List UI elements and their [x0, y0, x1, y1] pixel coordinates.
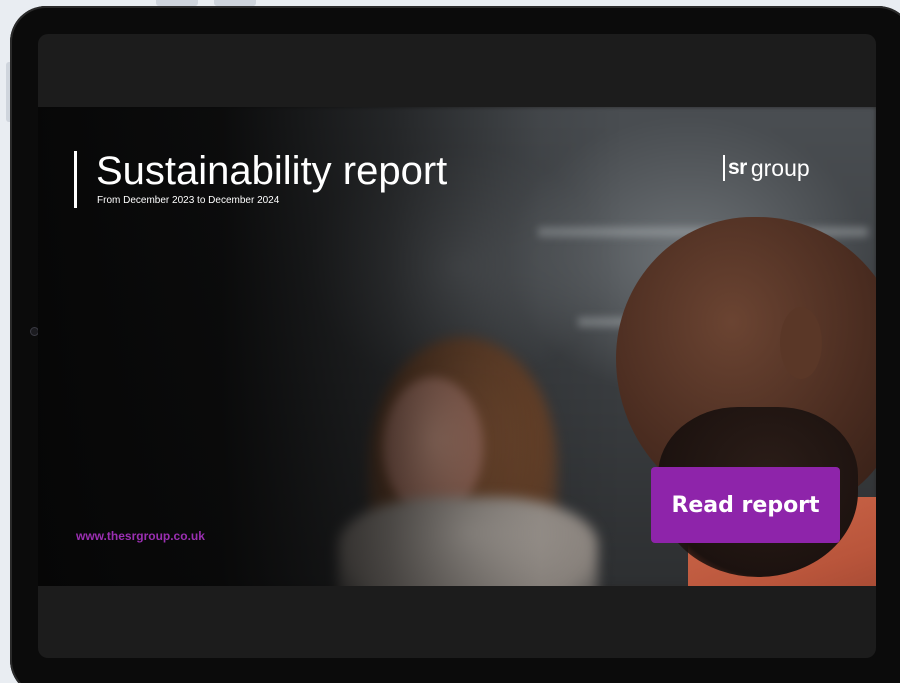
report-banner: Sustainability report From December 2023…	[38, 107, 876, 586]
report-date-range: From December 2023 to December 2024	[97, 195, 280, 206]
device-stage: Sustainability report From December 2023…	[0, 0, 900, 683]
logo-sr-text: sr	[728, 156, 747, 179]
sr-group-logo: sr group	[723, 153, 810, 183]
tablet-screen: Sustainability report From December 2023…	[38, 34, 876, 658]
read-report-button[interactable]: Read report	[651, 467, 840, 543]
website-link[interactable]: www.thesrgroup.co.uk	[76, 529, 205, 543]
logo-bar	[723, 155, 725, 181]
logo-group-text: group	[750, 154, 810, 181]
title-accent-bar	[74, 151, 77, 208]
report-title: Sustainability report	[96, 149, 448, 193]
